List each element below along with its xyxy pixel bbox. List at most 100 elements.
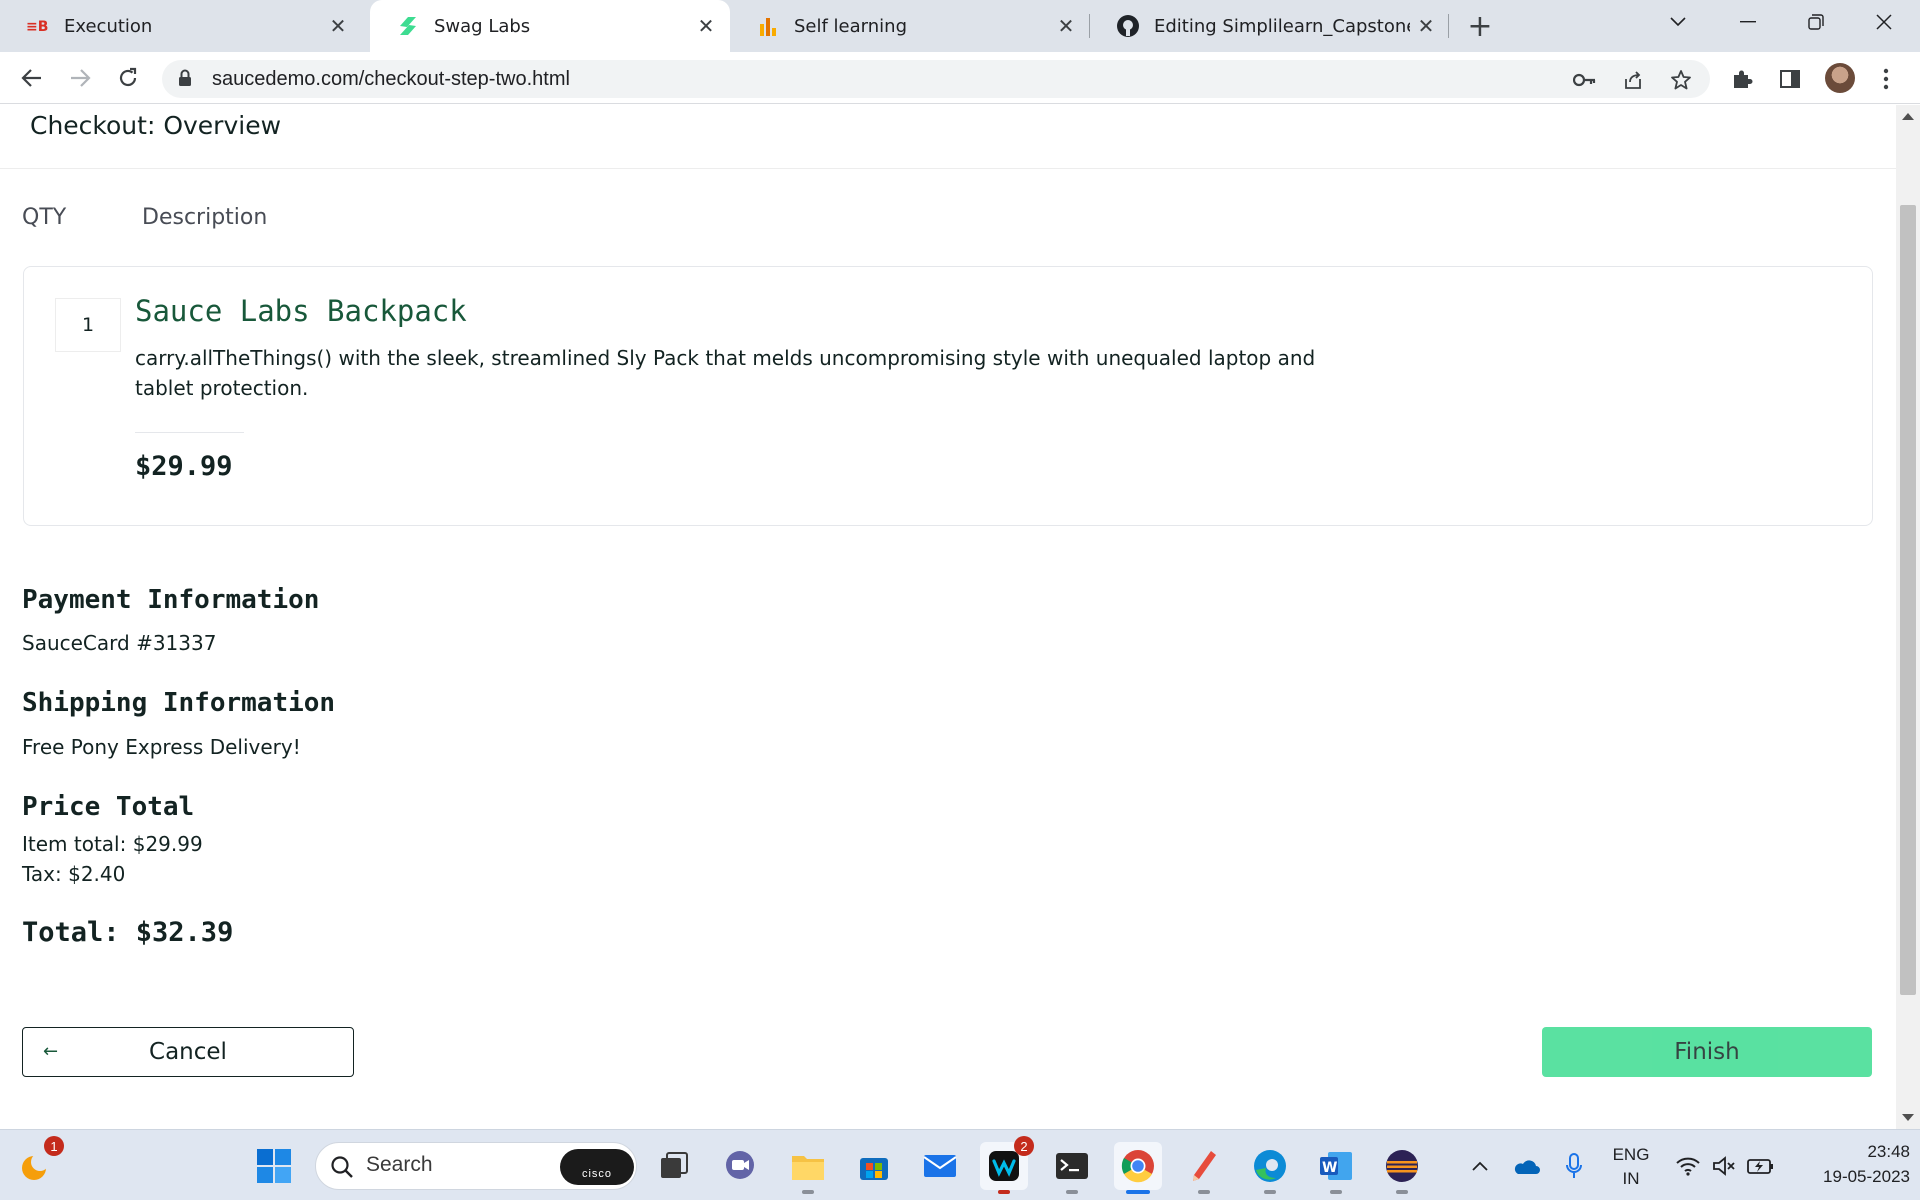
payment-info-value: SauceCard #31337 (22, 631, 217, 655)
checkout-overview-page: Checkout: Overview QTY Description 1 Sau… (0, 105, 1896, 1129)
finish-button[interactable]: Finish (1542, 1027, 1872, 1077)
cancel-button-label: Cancel (149, 1039, 227, 1065)
tab-title: Swag Labs (434, 15, 531, 37)
scrollbar-thumb[interactable] (1900, 205, 1916, 995)
page-title: Checkout: Overview (30, 111, 282, 140)
windows-start-icon[interactable] (250, 1142, 298, 1190)
back-arrow-icon: ← (43, 1041, 59, 1062)
tab-separator (1448, 14, 1449, 38)
tab-execution[interactable]: ≡B Execution ✕ (0, 0, 362, 52)
minimize-icon[interactable] (1720, 0, 1776, 44)
microphone-icon[interactable] (1550, 1142, 1598, 1190)
profile-avatar[interactable] (1825, 63, 1855, 93)
share-icon[interactable] (1620, 67, 1646, 93)
chrome-icon[interactable] (1114, 1142, 1162, 1194)
password-key-icon[interactable] (1572, 67, 1598, 93)
edge-icon[interactable] (1246, 1142, 1294, 1194)
tab-close-icon[interactable]: ✕ (690, 10, 722, 42)
shipping-info-label: Shipping Information (22, 688, 336, 718)
region-code: IN (1622, 1169, 1640, 1188)
order-total: Total: $32.39 (22, 917, 234, 948)
item-divider (135, 432, 244, 433)
bookmark-star-icon[interactable] (1668, 67, 1694, 93)
weather-widget-icon[interactable]: 1 (10, 1136, 64, 1190)
webex-icon[interactable]: 2 (980, 1136, 1034, 1194)
terminal-icon[interactable] (1048, 1142, 1096, 1194)
word-icon[interactable]: W (1312, 1142, 1360, 1194)
battery-charging-icon[interactable] (1736, 1142, 1784, 1190)
running-indicator (1198, 1190, 1210, 1194)
tab-title: Editing Simplilearn_CapstoneProj (1154, 15, 1410, 37)
cart-item: 1 Sauce Labs Backpack carry.allTheThings… (23, 266, 1873, 526)
close-window-icon[interactable] (1856, 0, 1912, 44)
task-view-icon[interactable] (650, 1142, 698, 1190)
tab-close-icon[interactable]: ✕ (1410, 10, 1442, 42)
tax-amount: Tax: $2.40 (22, 862, 126, 886)
clock-time: 23:48 (1867, 1142, 1910, 1161)
taskbar-search-box[interactable]: Search cisco (315, 1142, 637, 1190)
windows-taskbar: 1 Search cisco 2 W ENG IN 23:48 19-05-20… (0, 1129, 1920, 1200)
tab-title: Self learning (794, 15, 907, 37)
svg-text:≡B: ≡B (26, 19, 48, 34)
forward-arrow-icon[interactable] (62, 60, 98, 96)
scroll-up-arrow-icon[interactable] (1902, 113, 1914, 120)
execution-favicon-icon: ≡B (26, 14, 50, 38)
language-indicator[interactable]: ENG IN (1606, 1145, 1656, 1189)
item-quantity: 1 (55, 298, 121, 352)
swag-labs-favicon-icon (396, 14, 420, 38)
item-price: $29.99 (135, 451, 233, 482)
qty-column-header: QTY (22, 205, 67, 230)
clock-date: 19-05-2023 (1823, 1167, 1910, 1186)
running-indicator (1330, 1190, 1342, 1194)
tab-swag-labs[interactable]: Swag Labs ✕ (370, 0, 730, 52)
tab-strip: ≡B Execution ✕ Swag Labs ✕ Self learning… (0, 0, 1920, 52)
url-text[interactable]: saucedemo.com/checkout-step-two.html (212, 68, 570, 91)
page-scrollbar[interactable] (1896, 105, 1920, 1129)
chrome-menu-kebab-icon[interactable] (1872, 65, 1900, 93)
item-description: carry.allTheThings() with the sleek, str… (135, 346, 1316, 400)
svg-text:W: W (1322, 1160, 1337, 1176)
new-tab-button[interactable]: + (1460, 8, 1500, 44)
item-name-link[interactable]: Sauce Labs Backpack (135, 294, 467, 328)
running-indicator (1264, 1190, 1276, 1194)
running-indicator (1066, 1190, 1078, 1194)
payment-info-label: Payment Information (22, 585, 320, 615)
tab-self-learning[interactable]: Self learning ✕ (730, 0, 1090, 52)
reload-icon[interactable] (110, 60, 146, 96)
restore-icon[interactable] (1788, 0, 1844, 44)
description-column-header: Description (142, 205, 268, 230)
cancel-button[interactable]: ← Cancel (22, 1027, 354, 1077)
eclipse-icon[interactable] (1378, 1142, 1426, 1194)
tab-close-icon[interactable]: ✕ (1050, 10, 1082, 42)
tab-github-editing[interactable]: Editing Simplilearn_CapstoneProj ✕ (1090, 0, 1450, 52)
tray-overflow-chevron-icon[interactable] (1456, 1142, 1504, 1190)
extensions-puzzle-icon[interactable] (1728, 65, 1756, 93)
pen-app-icon[interactable] (1180, 1142, 1228, 1194)
secondary-header: Checkout: Overview (0, 105, 1896, 169)
side-panel-icon[interactable] (1776, 65, 1804, 93)
finish-button-label: Finish (1674, 1039, 1740, 1065)
language-code: ENG (1612, 1145, 1650, 1164)
item-subtotal: Item total: $29.99 (22, 832, 203, 856)
tab-close-icon[interactable]: ✕ (322, 10, 354, 42)
tab-search-chevron-icon[interactable] (1650, 0, 1706, 44)
running-indicator (998, 1190, 1010, 1194)
running-indicator (1126, 1190, 1150, 1194)
tab-title: Execution (64, 15, 153, 37)
google-analytics-favicon-icon (756, 14, 780, 38)
scroll-down-arrow-icon[interactable] (1902, 1114, 1914, 1121)
cisco-logo: cisco (560, 1149, 634, 1185)
onedrive-cloud-icon[interactable] (1502, 1142, 1550, 1190)
address-bar[interactable]: saucedemo.com/checkout-step-two.html (162, 60, 1710, 98)
mail-icon[interactable] (916, 1142, 964, 1190)
teams-chat-icon[interactable] (716, 1142, 764, 1190)
back-arrow-icon[interactable] (14, 60, 50, 96)
price-total-label: Price Total (22, 792, 195, 822)
microsoft-store-icon[interactable] (850, 1142, 898, 1190)
shipping-info-value: Free Pony Express Delivery! (22, 735, 301, 759)
browser-toolbar: saucedemo.com/checkout-step-two.html (0, 52, 1920, 104)
file-explorer-icon[interactable] (784, 1142, 832, 1194)
lock-icon[interactable] (178, 69, 192, 91)
webex-badge: 2 (1014, 1136, 1034, 1156)
clock[interactable]: 23:48 19-05-2023 (1790, 1142, 1910, 1187)
